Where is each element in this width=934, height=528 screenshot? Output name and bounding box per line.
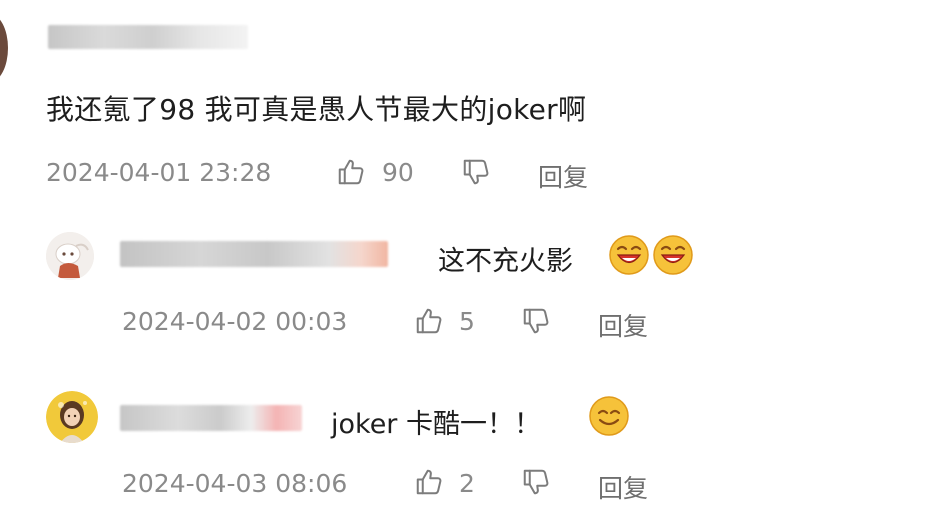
- reply-button[interactable]: 回复: [538, 158, 588, 194]
- reply-button[interactable]: 回复: [598, 307, 648, 343]
- laughing-face-emoji: [608, 234, 650, 276]
- thumbs-down-icon[interactable]: [521, 306, 551, 336]
- smiling-face-emoji: [588, 395, 630, 437]
- reply-timestamp: 2024-04-03 08:06: [122, 469, 348, 498]
- reply-timestamp: 2024-04-02 00:03: [122, 307, 348, 336]
- thumbs-down-icon[interactable]: [461, 157, 491, 187]
- comment-timestamp: 2024-04-01 23:28: [46, 158, 272, 187]
- commenter-username-blurred[interactable]: [48, 25, 248, 49]
- reply-text: joker 卡酷一！！: [331, 409, 541, 440]
- thumbs-up-icon[interactable]: [336, 157, 366, 187]
- reply-avatar[interactable]: [46, 232, 94, 280]
- thumbs-up-icon[interactable]: [414, 306, 444, 336]
- like-count: 90: [382, 158, 414, 187]
- reply-text: 这不充火影: [438, 246, 573, 277]
- reply-username-blurred[interactable]: [120, 405, 302, 431]
- reply-button[interactable]: 回复: [598, 469, 648, 505]
- like-count: 2: [459, 469, 475, 498]
- reply-avatar[interactable]: [46, 391, 98, 443]
- thumbs-down-icon[interactable]: [521, 467, 551, 497]
- comment-text: 我还氪了98 我可真是愚人节最大的joker啊: [46, 93, 587, 126]
- like-count: 5: [459, 307, 475, 336]
- reply-username-blurred[interactable]: [120, 241, 388, 267]
- commenter-avatar[interactable]: [0, 14, 8, 82]
- thumbs-up-icon[interactable]: [414, 467, 444, 497]
- laughing-face-emoji: [652, 234, 694, 276]
